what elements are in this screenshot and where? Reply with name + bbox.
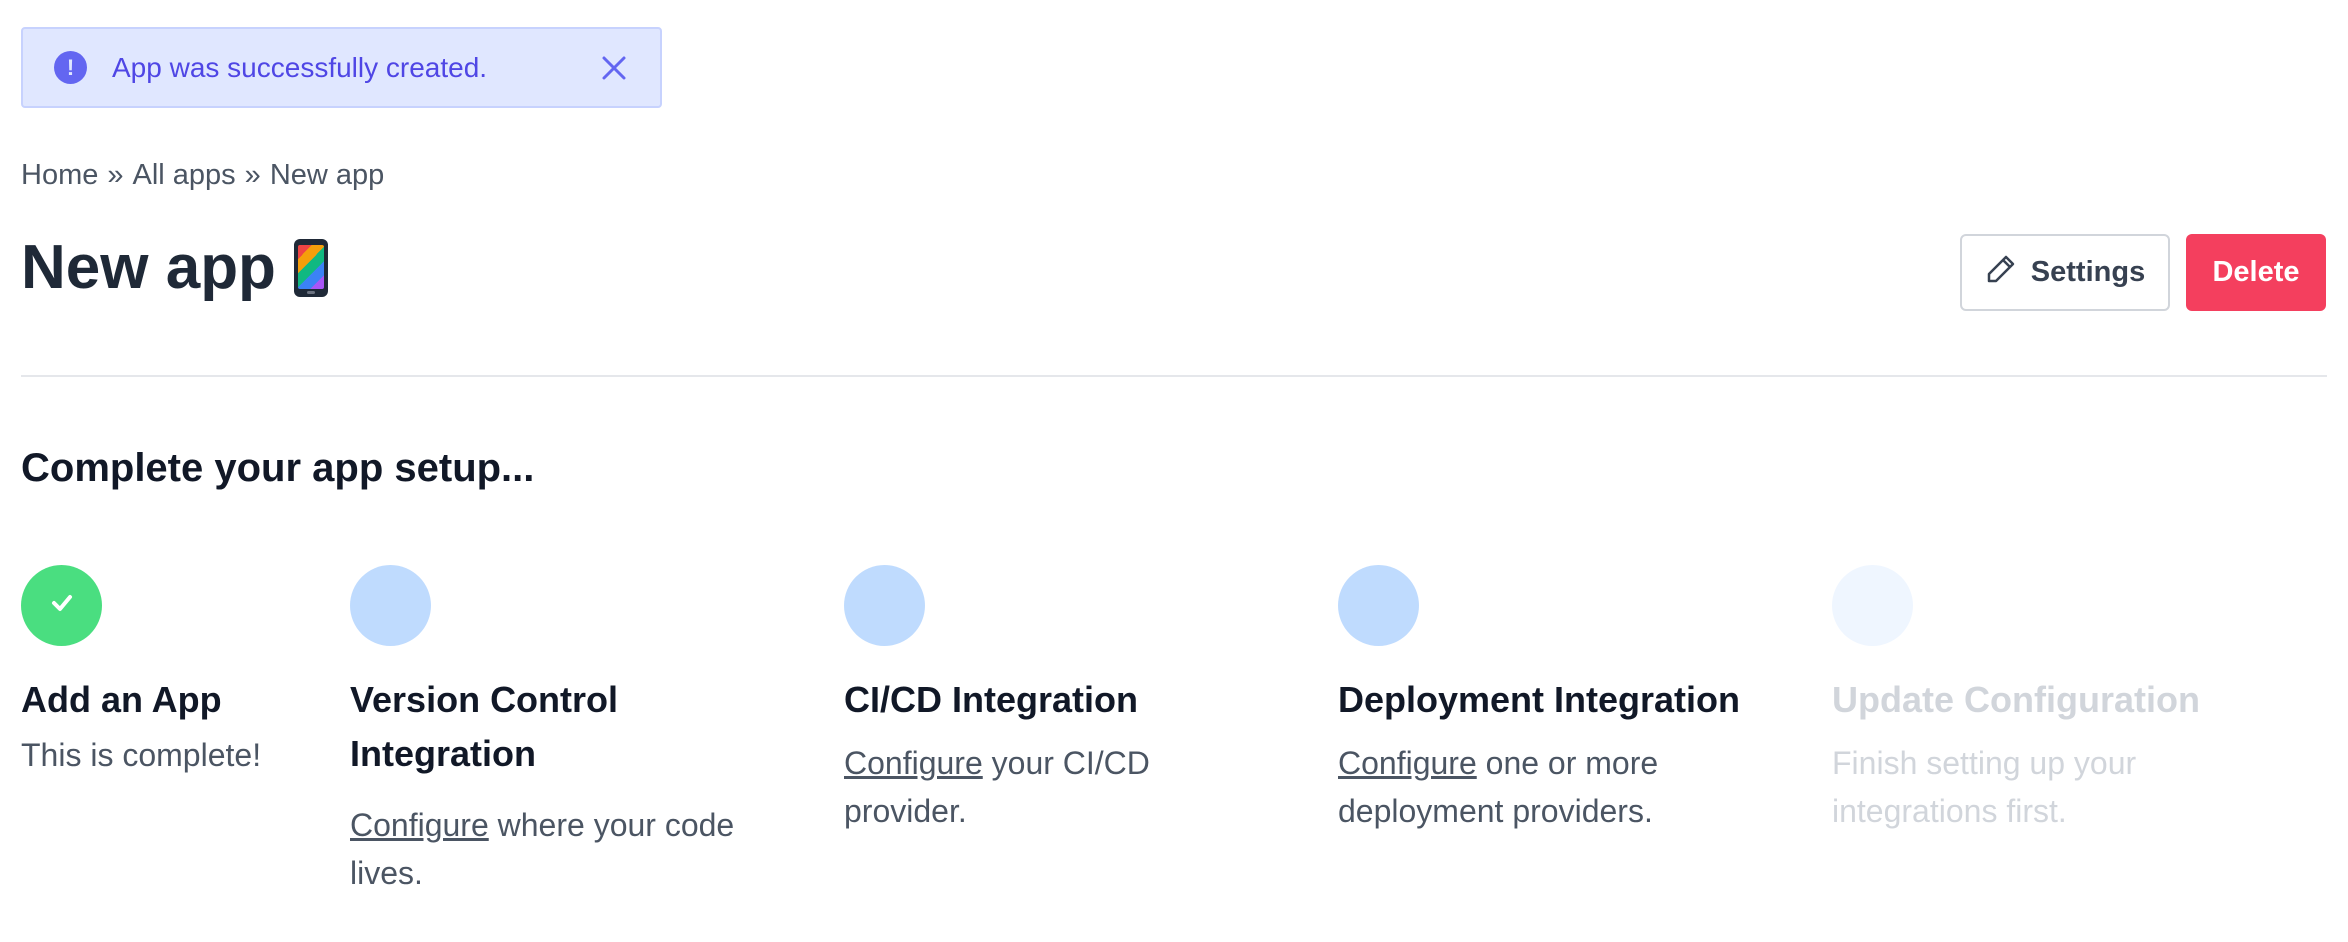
step-title: CI/CD Integration xyxy=(844,679,1138,720)
success-alert: ! App was successfully created. xyxy=(21,27,662,108)
step-pending-circle xyxy=(1338,565,1419,646)
mobile-phone-icon xyxy=(293,238,328,297)
step-pending-circle xyxy=(350,565,431,646)
check-icon xyxy=(47,588,77,623)
settings-button[interactable]: Settings xyxy=(1960,234,2170,311)
setup-heading: Complete your app setup... xyxy=(21,446,535,490)
step-description: Configure one or more deployment provide… xyxy=(1338,739,1758,835)
breadcrumb-all-apps[interactable]: All apps xyxy=(133,159,236,192)
step-pending-circle xyxy=(844,565,925,646)
configure-link[interactable]: Configure xyxy=(844,745,983,781)
setup-step-add-app: Add an App This is complete! xyxy=(21,565,281,779)
pencil-icon xyxy=(1985,253,2017,293)
page: ! App was successfully created. Home » A… xyxy=(0,0,2348,942)
breadcrumb-separator: » xyxy=(244,159,261,191)
step-description: This is complete! xyxy=(21,737,262,773)
page-title: New app xyxy=(21,232,328,303)
setup-step-cicd: CI/CD Integration Configure your CI/CD p… xyxy=(844,565,1264,835)
exclamation-icon: ! xyxy=(54,51,87,84)
setup-step-version-control: Version Control Integration Configure wh… xyxy=(350,565,780,897)
step-title: Deployment Integration xyxy=(1338,679,1741,720)
step-title: Version Control Integration xyxy=(350,679,619,774)
alert-message: App was successfully created. xyxy=(112,51,488,83)
breadcrumb-new-app[interactable]: New app xyxy=(270,159,384,192)
breadcrumb-separator: » xyxy=(107,159,124,191)
step-locked-circle xyxy=(1832,565,1913,646)
breadcrumb: Home » All apps » New app xyxy=(21,159,384,192)
configure-link[interactable]: Configure xyxy=(350,807,489,843)
delete-button[interactable]: Delete xyxy=(2186,234,2326,311)
close-icon[interactable] xyxy=(596,50,632,86)
step-complete-circle xyxy=(21,565,102,646)
step-description: Configure your CI/CD provider. xyxy=(844,739,1264,835)
setup-step-update-configuration: Update Configuration Finish setting up y… xyxy=(1832,565,2252,835)
breadcrumb-home[interactable]: Home xyxy=(21,159,98,192)
step-description: Finish setting up your integrations firs… xyxy=(1832,745,2137,829)
step-title: Add an App xyxy=(21,679,222,720)
step-title: Update Configuration xyxy=(1832,679,2200,720)
setup-step-deployment: Deployment Integration Configure one or … xyxy=(1338,565,1758,835)
step-description: Configure where your code lives. xyxy=(350,801,780,897)
divider xyxy=(21,375,2327,377)
page-title-text: New app xyxy=(21,233,276,302)
configure-link[interactable]: Configure xyxy=(1338,745,1477,781)
settings-button-label: Settings xyxy=(2030,256,2146,288)
